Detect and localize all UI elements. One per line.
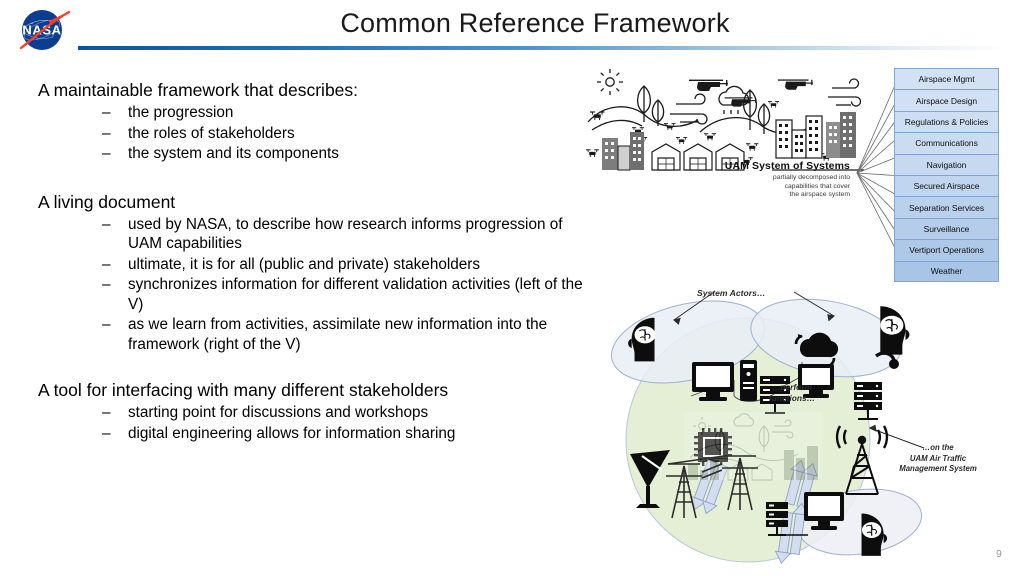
annotation-line: …perform [771,382,813,392]
list-item: – the roles of stakeholders [38,124,583,144]
list-item: – as we learn from activities, assimilat… [38,315,583,354]
capability-item-secured-airspace[interactable]: Secured Airspace [894,174,999,197]
annotation-line: …on the [922,443,954,452]
uam-diagram-subtitle: partially decomposed into capabilities t… [660,174,850,200]
capability-item-communications[interactable]: Communications [894,132,999,154]
list-item-label: the progression [128,104,234,121]
list-item-label: used by NASA, to describe how research i… [128,215,563,253]
list-item-label: the system and its components [128,145,339,162]
list-item-label: digital engineering allows for informati… [128,424,456,442]
capability-list: Airspace Mgmt Airspace Design Regulation… [894,68,999,282]
annotation-perform-functions: …perform functions… [757,382,827,404]
list-item-label: synchronizes information for different v… [128,276,583,313]
capability-item-vertiport-operations[interactable]: Vertiport Operations [894,239,999,261]
content-section: A maintainable framework that describes:… [38,78,583,164]
slide-header: NASA Common Reference Framework [0,0,1024,58]
system-actors-diagram [611,291,925,564]
bullet-dash: – [102,424,111,442]
slide-body: A maintainable framework that describes:… [38,78,583,447]
capability-item-weather[interactable]: Weather [894,260,999,282]
bullet-list: – used by NASA, to describe how research… [38,215,583,355]
title-divider [78,46,1008,50]
list-item: – the progression [38,103,583,123]
list-item-label: as we learn from activities, assimilate … [128,316,548,353]
uam-diagram-title: UAM System of Systems [724,160,850,172]
capability-item-navigation[interactable]: Navigation [894,153,999,175]
annotation-line: Management System [899,464,977,473]
list-item-label: ultimate, it is for all (public and priv… [128,255,480,273]
bullet-dash: – [102,404,111,421]
list-item: – synchronizes information for different… [38,275,583,314]
caption-line: the airspace system [789,191,850,199]
list-item: – digital engineering allows for informa… [38,424,583,444]
slide-number: 9 [996,548,1002,560]
nasa-logo: NASA [19,10,71,50]
page-title: Common Reference Framework [340,8,730,38]
content-section: A living document – used by NASA, to des… [38,190,583,355]
capability-item-airspace-design[interactable]: Airspace Design [894,89,999,111]
bullet-dash: – [102,316,111,333]
capability-item-separation-services[interactable]: Separation Services [894,196,999,218]
bullet-dash: – [102,215,111,233]
capability-item-surveillance[interactable]: Surveillance [894,217,999,240]
list-item: – starting point for discussions and wor… [38,403,583,423]
wind-icon [670,93,708,125]
section-heading: A maintainable framework that describes: [38,80,359,100]
section-heading: A living document [38,191,176,212]
brain-head-icon [880,306,910,355]
list-item-label: the roles of stakeholders [128,124,295,142]
bullet-dash: – [102,255,111,273]
annotation-uam-atm: …on the UAM Air Traffic Management Syste… [890,443,986,475]
bullet-dash: – [102,276,111,293]
caption-line: partially decomposed into [772,174,850,181]
bullet-list: – starting point for discussions and wor… [38,403,583,443]
inner-city-illustration [684,412,822,481]
sun-icon [597,69,623,95]
annotation-system-actors: System Actors… [697,288,766,298]
list-item: – used by NASA, to describe how research… [38,215,583,254]
annotation-line: UAM Air Traffic [909,453,967,463]
content-section: A tool for interfacing with many differe… [38,378,583,443]
bullet-dash: – [102,145,111,162]
bullet-dash: – [102,104,111,121]
caption-line: capabilities that cover [784,182,850,190]
list-item: – ultimate, it is for all (public and pr… [38,255,583,275]
city-buildings-icon [602,132,644,171]
capability-item-regulations-policies[interactable]: Regulations & Policies [894,110,999,133]
bullet-dash: – [102,124,111,142]
uam-diagram-caption: UAM System of Systems partially decompos… [660,160,850,200]
list-item: – the system and its components [38,144,583,164]
annotation-line: functions… [768,393,816,403]
bullet-list: – the progression – the roles of stakeho… [38,103,583,164]
list-item-label: starting point for discussions and works… [128,404,429,421]
helicopter-icon [689,79,813,107]
section-heading: A tool for interfacing with many differe… [38,380,449,400]
capability-item-airspace-mgmt[interactable]: Airspace Mgmt [894,68,999,90]
